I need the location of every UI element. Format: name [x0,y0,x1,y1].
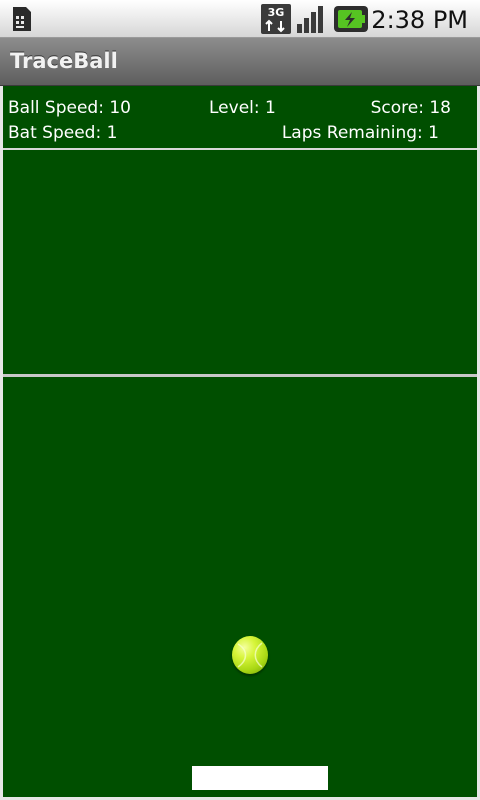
level-stat: Level: 1 [209,97,276,119]
bat-speed-stat: Bat Speed: 1 [8,122,117,144]
3g-network-icon: 3G [261,4,291,34]
phone-screen: 3G 2:38 PM TraceBall Ball Speed: 10 Leve… [0,0,480,800]
status-clock: 2:38 PM [371,6,468,34]
laps-remaining-value: 1 [428,123,439,143]
battery-charging-icon [334,6,368,32]
bat-speed-value: 1 [106,123,118,143]
score-value: 18 [429,98,451,118]
3g-label: 3G [268,6,285,19]
ball-seam-icon [237,642,263,668]
tennis-ball [232,636,268,674]
player-bat[interactable] [192,766,328,790]
center-line [3,374,477,377]
ball-speed-label: Ball Speed: [8,98,110,118]
sim-card-icon [13,7,31,31]
app-title-bar: TraceBall [0,38,480,86]
status-bar: 3G 2:38 PM [0,0,480,38]
ball-speed-value: 10 [109,98,131,118]
level-value: 1 [265,98,276,118]
laps-remaining-stat: Laps Remaining: 1 [282,122,439,144]
level-label: Level: [209,98,266,118]
signal-strength-icon [297,6,323,33]
ball-speed-stat: Ball Speed: 10 [8,97,131,119]
app-title: TraceBall [10,49,118,73]
score-stat: Score: 18 [371,97,451,119]
score-hud: Ball Speed: 10 Level: 1 Score: 18 Bat Sp… [3,86,477,150]
bat-speed-label: Bat Speed: [8,123,107,143]
game-field[interactable]: Ball Speed: 10 Level: 1 Score: 18 Bat Sp… [0,86,480,800]
score-label: Score: [370,98,430,118]
laps-remaining-label: Laps Remaining: [281,123,429,143]
